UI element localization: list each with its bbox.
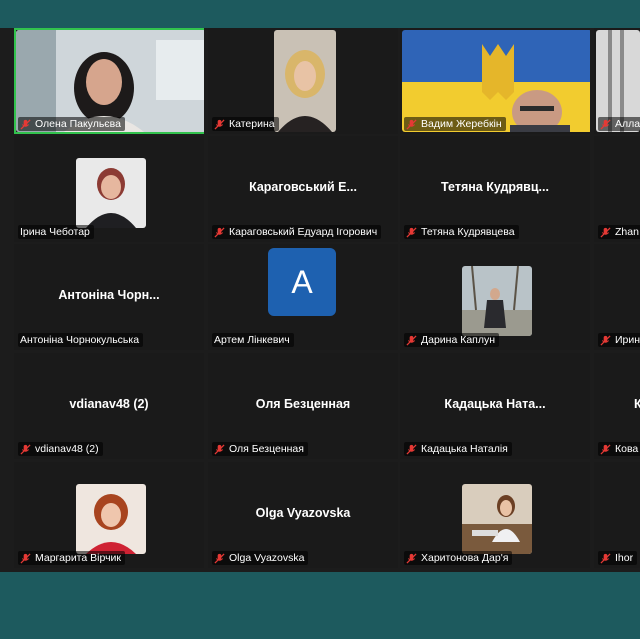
muted-mic-icon <box>406 118 417 130</box>
participant-display-name: К <box>634 397 640 411</box>
participant-tile[interactable]: Оля Безценная Оля Безценная <box>208 353 398 459</box>
participant-display-name: Оля Безценная <box>255 397 351 411</box>
participant-display-name: Тетяна Кудрявц... <box>441 180 549 194</box>
participant-tile[interactable]: Олена Пакульєва <box>14 28 204 134</box>
participant-name: Олена Пакульєва <box>35 118 121 130</box>
video-frame-icon <box>274 30 336 132</box>
participant-name: Алла <box>615 118 640 130</box>
participant-name-label: Olga Vyazovska <box>212 551 309 565</box>
video-gallery: Олена Пакульєва Катерина Вадим Жеребкін … <box>0 28 640 572</box>
participant-name-label: Ірина Чеботар <box>18 225 94 239</box>
muted-mic-icon <box>406 334 417 346</box>
participant-display-name: Антоніна Чорн... <box>58 288 160 302</box>
participant-tile[interactable]: Маргарита Вірчик <box>14 462 204 568</box>
profile-picture-icon <box>462 266 532 336</box>
participant-tile[interactable]: Антоніна Чорн... Антоніна Чорнокульська <box>14 244 204 350</box>
participant-tile[interactable]: Караговський Е... Караговський Едуард Іг… <box>208 136 398 242</box>
participant-name: Кадацька Наталія <box>421 443 508 455</box>
participant-tile[interactable]: Ірина Чеботар <box>14 136 204 242</box>
muted-mic-icon <box>20 118 31 130</box>
participant-name: Zhan <box>615 226 639 238</box>
participant-name: Караговський Едуард Ігорович <box>229 226 378 238</box>
participant-name: Ирин <box>615 334 640 346</box>
participant-tile[interactable]: vdianav48 (2) vdianav48 (2) <box>14 353 204 459</box>
participant-name-label: Харитонова Дар'я <box>404 551 513 565</box>
participant-name-label: Вадим Жеребкін <box>404 117 506 131</box>
participant-name-label: Zhan <box>598 225 640 239</box>
participant-tile[interactable]: Дарина Каплун <box>400 244 590 350</box>
profile-picture-icon <box>76 158 146 228</box>
profile-photo <box>462 484 532 554</box>
muted-mic-icon <box>214 118 225 130</box>
participant-display-name: Olga Vyazovska <box>255 506 351 520</box>
participant-name-label: Антоніна Чорнокульська <box>18 333 144 347</box>
participant-tile[interactable]: Тетяна Кудрявц... Тетяна Кудрявцева <box>400 136 590 242</box>
participant-name: Артем Лінкевич <box>214 334 290 346</box>
participant-name: Харитонова Дар'я <box>421 552 509 564</box>
profile-photo <box>76 484 146 554</box>
participant-tile[interactable]: Ihor <box>594 462 640 568</box>
participant-name: Вадим Жеребкін <box>421 118 502 130</box>
participant-tile[interactable]: Вадим Жеребкін <box>400 28 590 134</box>
participant-name-label: Артем Лінкевич <box>212 333 294 347</box>
participant-tile[interactable]: Алла <box>594 28 640 134</box>
muted-mic-icon <box>600 226 611 238</box>
participant-name: Антоніна Чорнокульська <box>20 334 140 346</box>
participant-name: Кова <box>615 443 639 455</box>
muted-mic-icon <box>600 552 611 564</box>
participant-name-label: Караговський Едуард Ігорович <box>212 225 382 239</box>
participant-name-label: Маргарита Вірчик <box>18 551 126 565</box>
profile-photo <box>76 158 146 228</box>
participant-tile[interactable]: Zhan <box>594 136 640 242</box>
muted-mic-icon <box>214 443 225 455</box>
participant-name: Ірина Чеботар <box>20 226 90 238</box>
participant-name-label: Кадацька Наталія <box>404 442 512 456</box>
participant-tile[interactable]: К Кова <box>594 353 640 459</box>
participant-tile[interactable]: Кадацька Ната... Кадацька Наталія <box>400 353 590 459</box>
participant-name: Маргарита Вірчик <box>35 552 122 564</box>
participant-tile[interactable]: A Артем Лінкевич <box>208 244 398 350</box>
participant-name: Olga Vyazovska <box>229 552 305 564</box>
participant-name-label: Дарина Каплун <box>404 333 500 347</box>
muted-mic-icon <box>600 443 611 455</box>
bottom-bar <box>0 572 640 639</box>
participant-name-label: Катерина <box>212 117 279 131</box>
muted-mic-icon <box>600 118 611 130</box>
participant-display-name: Караговський Е... <box>249 180 357 194</box>
participant-tile[interactable]: Катерина <box>208 28 398 134</box>
participant-video <box>274 30 336 132</box>
participant-name-label: Алла <box>598 117 640 131</box>
muted-mic-icon <box>214 226 225 238</box>
participant-tile[interactable]: Ирин <box>594 244 640 350</box>
participant-name-label: Кова <box>598 442 640 456</box>
muted-mic-icon <box>20 443 31 455</box>
profile-picture-icon <box>76 484 146 554</box>
participant-name: Дарина Каплун <box>421 334 496 346</box>
participant-tile[interactable]: Харитонова Дар'я <box>400 462 590 568</box>
avatar: A <box>268 248 336 316</box>
muted-mic-icon <box>406 552 417 564</box>
participant-name: Оля Безценная <box>229 443 304 455</box>
muted-mic-icon <box>406 226 417 238</box>
muted-mic-icon <box>406 443 417 455</box>
muted-mic-icon <box>20 552 31 564</box>
participant-name-label: Олена Пакульєва <box>18 117 125 131</box>
participant-display-name: vdianav48 (2) <box>69 397 149 411</box>
participant-name-label: vdianav48 (2) <box>18 442 103 456</box>
participant-name: Тетяна Кудрявцева <box>421 226 515 238</box>
participant-name: vdianav48 (2) <box>35 443 99 455</box>
participant-name-label: Ihor <box>598 551 638 565</box>
participant-display-name: Кадацька Ната... <box>444 397 546 411</box>
participant-name: Катерина <box>229 118 275 130</box>
muted-mic-icon <box>214 552 225 564</box>
profile-picture-icon <box>462 484 532 554</box>
participant-name-label: Ирин <box>598 333 640 347</box>
participant-tile[interactable]: Olga Vyazovska Olga Vyazovska <box>208 462 398 568</box>
participant-name-label: Тетяна Кудрявцева <box>404 225 519 239</box>
muted-mic-icon <box>600 334 611 346</box>
profile-photo <box>462 266 532 336</box>
participant-name-label: Оля Безценная <box>212 442 308 456</box>
participant-name: Ihor <box>615 552 634 564</box>
